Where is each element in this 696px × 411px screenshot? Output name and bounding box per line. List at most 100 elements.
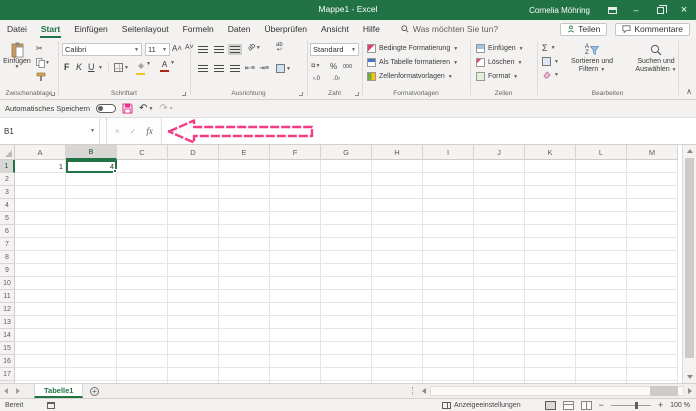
copy-button[interactable]: ▼ [36,58,50,68]
cell-I11[interactable] [423,290,474,303]
cell-L10[interactable] [576,277,627,290]
cell-F5[interactable] [270,212,321,225]
close-button[interactable]: × [672,0,696,20]
cell-J17[interactable] [474,368,525,381]
cell-A1[interactable]: 1 [15,160,66,173]
cell-J4[interactable] [474,199,525,212]
cell-D8[interactable] [168,251,219,264]
cell-D14[interactable] [168,329,219,342]
italic-button[interactable]: K [76,62,82,72]
cell-J7[interactable] [474,238,525,251]
cell-K14[interactable] [525,329,576,342]
cell-H5[interactable] [372,212,423,225]
cell-G15[interactable] [321,342,372,355]
name-box-caret[interactable]: ▼ [90,129,95,133]
cell-J8[interactable] [474,251,525,264]
cell-B9[interactable] [66,264,117,277]
cell-M15[interactable] [627,342,678,355]
tab-einfügen[interactable]: Einfügen [67,20,115,38]
orientation-button[interactable]: ab▼ [248,44,261,51]
cell-I3[interactable] [423,186,474,199]
cell-C10[interactable] [117,277,168,290]
cell-A8[interactable] [15,251,66,264]
column-header-M[interactable]: M [627,145,678,160]
cell-I14[interactable] [423,329,474,342]
column-header-H[interactable]: H [372,145,423,160]
cell-I9[interactable] [423,264,474,277]
cell-H8[interactable] [372,251,423,264]
cell-G17[interactable] [321,368,372,381]
cell-J12[interactable] [474,303,525,316]
format-painter-button[interactable] [36,72,46,84]
cell-E16[interactable] [219,355,270,368]
cell-B3[interactable] [66,186,117,199]
cell-H16[interactable] [372,355,423,368]
cell-B16[interactable] [66,355,117,368]
cell-H15[interactable] [372,342,423,355]
cell-D5[interactable] [168,212,219,225]
cell-E14[interactable] [219,329,270,342]
number-dialog-launcher[interactable] [355,92,359,96]
formula-input[interactable]: =A1+3 [162,118,696,144]
horizontal-scrollbar[interactable] [418,384,696,398]
cell-B8[interactable] [66,251,117,264]
vertical-scroll-thumb[interactable] [685,158,694,358]
cell-B11[interactable] [66,290,117,303]
cell-A2[interactable] [15,173,66,186]
row-header-16[interactable]: 16 [0,355,15,368]
cell-K17[interactable] [525,368,576,381]
cell-M11[interactable] [627,290,678,303]
cell-H7[interactable] [372,238,423,251]
horizontal-scroll-thumb[interactable] [650,386,678,396]
cell-M1[interactable] [627,160,678,173]
cell-F17[interactable] [270,368,321,381]
sheet-tab-tabelle1[interactable]: Tabelle1 [34,384,83,398]
comments-button[interactable]: Kommentare [615,23,690,36]
cell-K3[interactable] [525,186,576,199]
cell-F12[interactable] [270,303,321,316]
cell-B5[interactable] [66,212,117,225]
cell-I7[interactable] [423,238,474,251]
vertical-scrollbar[interactable] [682,145,696,383]
view-page-break-button[interactable] [581,401,592,410]
row-header-7[interactable]: 7 [0,238,15,251]
font-size-select[interactable]: 11▼ [145,43,170,56]
cell-K1[interactable] [525,160,576,173]
cell-C8[interactable] [117,251,168,264]
font-color-button[interactable]: A ▼ [160,61,175,72]
column-header-F[interactable]: F [270,145,321,160]
cell-G16[interactable] [321,355,372,368]
restore-button[interactable] [648,0,672,20]
tab-seitenlayout[interactable]: Seitenlayout [115,20,176,38]
scroll-right-icon[interactable] [688,388,692,394]
cell-F2[interactable] [270,173,321,186]
cell-C7[interactable] [117,238,168,251]
cell-F9[interactable] [270,264,321,277]
cell-I6[interactable] [423,225,474,238]
clipboard-dialog-launcher[interactable] [51,92,55,96]
cell-D7[interactable] [168,238,219,251]
cell-L5[interactable] [576,212,627,225]
row-header-1[interactable]: 1 [0,160,15,173]
cell-A14[interactable] [15,329,66,342]
cell-D9[interactable] [168,264,219,277]
cell-B10[interactable] [66,277,117,290]
cell-M9[interactable] [627,264,678,277]
row-header-3[interactable]: 3 [0,186,15,199]
fill-button[interactable]: ▼ [542,57,559,66]
cell-D10[interactable] [168,277,219,290]
cell-B7[interactable] [66,238,117,251]
view-normal-button[interactable] [545,401,556,410]
cell-J9[interactable] [474,264,525,277]
zoom-slider[interactable] [611,405,651,406]
decrease-indent-button[interactable]: ⇤≡ [245,64,255,72]
cell-M2[interactable] [627,173,678,186]
percent-style-button[interactable]: % [330,62,337,71]
cell-C3[interactable] [117,186,168,199]
cell-J15[interactable] [474,342,525,355]
cell-L1[interactable] [576,160,627,173]
cut-button[interactable]: ✂ [36,44,43,53]
cell-G3[interactable] [321,186,372,199]
collapse-ribbon-button[interactable]: ∧ [686,89,692,95]
cell-G9[interactable] [321,264,372,277]
